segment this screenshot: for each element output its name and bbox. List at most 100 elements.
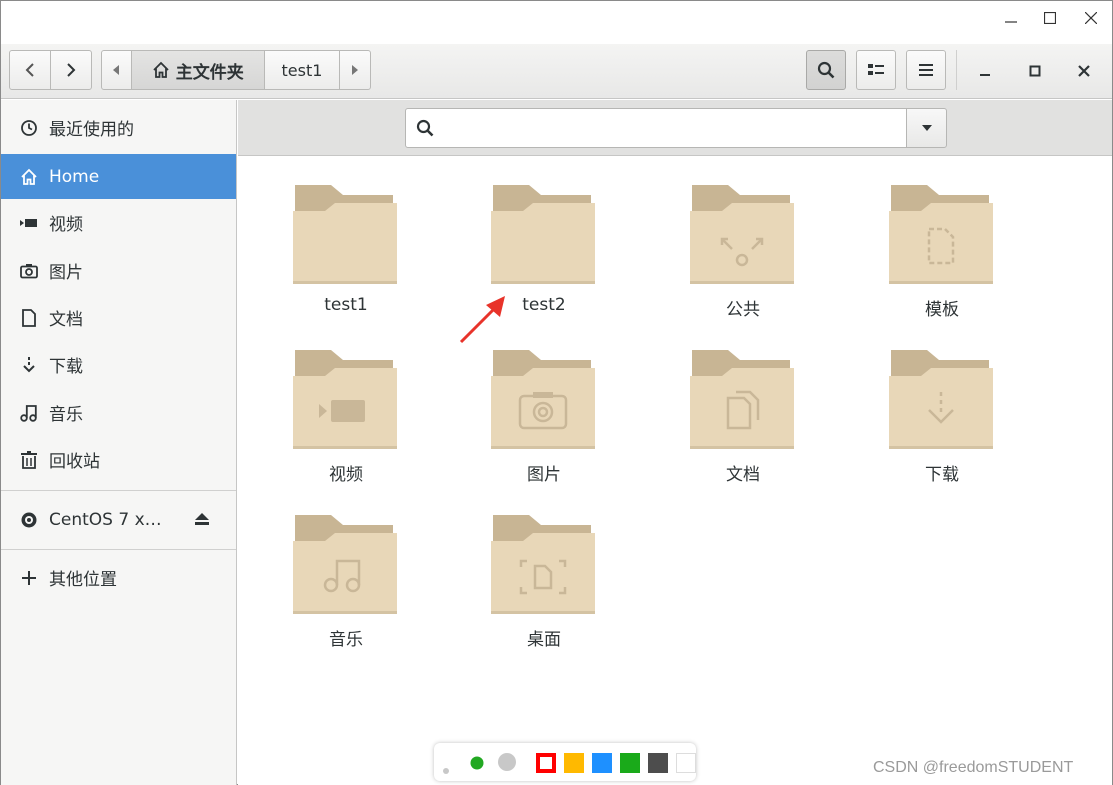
maximize-icon[interactable] (1024, 60, 1046, 82)
folder-icon (293, 185, 397, 284)
forward-icon (67, 63, 76, 77)
minimize-icon[interactable] (994, 5, 1028, 31)
menu-icon (919, 64, 933, 76)
folder-download-icon (889, 350, 993, 449)
search-bar (238, 100, 1112, 156)
search-field[interactable] (405, 108, 907, 148)
breadcrumb-current[interactable]: test1 (265, 51, 341, 89)
folder-label: test2 (522, 295, 566, 315)
sidebar-item-documents[interactable]: 文档 (1, 295, 236, 340)
folder-item[interactable]: 文档 (668, 346, 818, 496)
folder-label: 下载 (925, 465, 959, 485)
path-left-icon (113, 65, 120, 75)
sidebar-item-device[interactable]: CentOS 7 x… (1, 497, 236, 542)
folder-label: 模板 (925, 300, 959, 320)
music-icon (19, 403, 39, 423)
color-swatch-green[interactable] (620, 753, 640, 777)
search-input[interactable] (442, 113, 906, 143)
disc-icon (19, 510, 39, 530)
color-swatch-yellow[interactable] (564, 753, 584, 777)
folder-label: test1 (324, 295, 368, 315)
sidebar-item-label: 下载 (49, 357, 83, 377)
sidebar-separator (1, 490, 236, 491)
breadcrumb: 主文件夹 test1 (101, 50, 371, 90)
folder-item[interactable]: 图片 (469, 346, 619, 496)
large-dot-button[interactable] (498, 753, 516, 775)
medium-dot-button[interactable] (470, 755, 484, 774)
folder-label: 公共 (726, 300, 760, 320)
screenshot-toolbar (434, 743, 696, 781)
breadcrumb-home[interactable]: 主文件夹 (131, 51, 265, 89)
search-options-button[interactable] (906, 108, 947, 148)
folder-item[interactable]: 桌面 (469, 511, 619, 661)
close-icon[interactable] (1073, 60, 1095, 82)
folder-item[interactable]: test1 (271, 181, 421, 331)
menu-button[interactable] (906, 50, 946, 90)
view-mode-button[interactable] (856, 50, 896, 90)
forward-button[interactable] (51, 51, 92, 89)
sidebar-item-label: 视频 (49, 215, 83, 235)
minimize-icon[interactable] (974, 60, 996, 82)
maximize-icon[interactable] (1033, 5, 1067, 31)
path-scroll-left[interactable] (102, 51, 132, 89)
sidebar-item-label: Home (49, 166, 100, 187)
sidebar: 最近使用的 Home 视频 图片 文档 下载 音乐 回收站 CentOS 7 x… (1, 100, 237, 785)
folder-item[interactable]: 下载 (867, 346, 1017, 496)
color-swatch-red[interactable] (536, 753, 556, 777)
chevron-down-icon (921, 125, 932, 131)
folder-label: 桌面 (527, 630, 561, 650)
recent-icon (19, 118, 39, 138)
color-swatch-white[interactable] (676, 753, 696, 777)
download-icon (19, 355, 39, 375)
sidebar-item-label: 图片 (49, 263, 83, 283)
home-icon (19, 167, 39, 187)
sidebar-item-pictures[interactable]: 图片 (1, 248, 236, 293)
sidebar-item-music[interactable]: 音乐 (1, 390, 236, 435)
sidebar-item-label: 回收站 (49, 452, 100, 472)
back-icon (25, 63, 34, 77)
search-icon (817, 61, 835, 79)
folder-share-icon (690, 185, 794, 284)
folder-label: 图片 (527, 465, 561, 485)
sidebar-item-label: CentOS 7 x… (49, 509, 162, 530)
file-manager-window: 主文件夹 test1 最近使用的 Home 视频 图片 文档 下载 音乐 回收站… (0, 0, 1113, 785)
sidebar-item-recent[interactable]: 最近使用的 (1, 105, 236, 150)
color-swatch-gray[interactable] (648, 753, 668, 777)
home-icon (153, 61, 169, 78)
sidebar-item-downloads[interactable]: 下载 (1, 342, 236, 387)
header-separator (956, 50, 957, 90)
trash-icon (19, 450, 39, 470)
sidebar-item-trash[interactable]: 回收站 (1, 437, 236, 482)
folder-label: 文档 (726, 465, 760, 485)
small-dot-button[interactable] (443, 759, 449, 778)
eject-icon[interactable] (194, 511, 210, 531)
path-scroll-right[interactable] (340, 51, 370, 89)
folder-video-icon (293, 350, 397, 449)
folder-music-icon (293, 515, 397, 614)
video-icon (19, 213, 39, 233)
camera-icon (19, 261, 39, 281)
search-icon (416, 119, 434, 137)
back-button[interactable] (10, 51, 51, 89)
breadcrumb-current-label: test1 (281, 60, 323, 80)
close-icon[interactable] (1074, 5, 1108, 31)
folder-item[interactable]: 视频 (271, 346, 421, 496)
folder-desktop-icon (491, 515, 595, 614)
sidebar-item-video[interactable]: 视频 (1, 200, 236, 245)
breadcrumb-home-label: 主文件夹 (175, 62, 244, 83)
color-swatch-blue[interactable] (592, 753, 612, 777)
sidebar-item-home[interactable]: Home (1, 154, 236, 199)
search-toggle-button[interactable] (806, 50, 846, 90)
folder-label: 视频 (329, 465, 363, 485)
folder-item[interactable]: 模板 (867, 181, 1017, 331)
sidebar-item-other-locations[interactable]: 其他位置 (1, 555, 236, 600)
watermark: CSDN @freedomSTUDENT (873, 759, 1074, 776)
window-titlebar (1, 1, 1112, 37)
folder-item[interactable]: 公共 (668, 181, 818, 331)
view-icon (868, 64, 884, 75)
folder-item[interactable]: 音乐 (271, 511, 421, 661)
folder-view: test1 test2 公共 模板 视频 图片 文档 下载 音乐 桌面 (238, 157, 1112, 785)
folder-camera-icon (491, 350, 595, 449)
folder-icon (491, 185, 595, 284)
sidebar-separator (1, 549, 236, 550)
